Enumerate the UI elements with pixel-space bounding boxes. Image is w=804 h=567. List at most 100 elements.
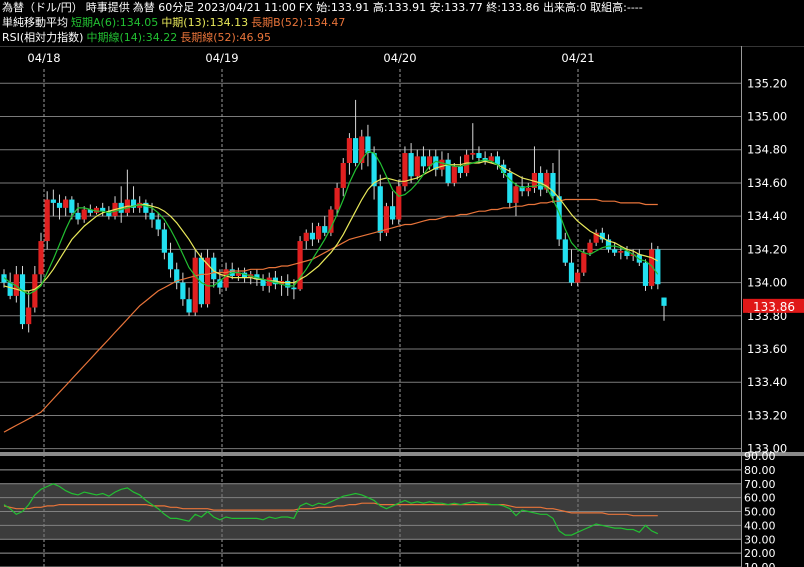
sma-long-legend: 長期B(52):134.47: [251, 16, 346, 29]
rsi-tick-label: 80.00: [744, 464, 776, 477]
date-tick-label: 04/18: [27, 51, 60, 65]
price-tick-label: 133.20: [747, 408, 787, 422]
price-tick-label: 134.60: [747, 176, 787, 190]
candle-down: [655, 249, 661, 285]
candle-down: [56, 202, 63, 208]
candle-up: [63, 199, 69, 208]
rsi-tick-label: 50.00: [744, 506, 776, 519]
date-tick-label: 04/21: [561, 51, 594, 65]
price-chart: 135.20 135.00 134.80 134.60 134.40 134.20 134.…: [0, 45, 804, 567]
candle-up: [81, 209, 87, 220]
quote-ohlc: FX 始:133.91 高:133.91 安:133.77 終:133.86 出…: [298, 1, 643, 14]
candle-down: [642, 262, 649, 286]
date-tick-label: 04/19: [205, 51, 238, 65]
header-line-rsi: RSI(相対力指数) 中期線(14):34.22 長期線(52):46.95: [2, 30, 274, 45]
candle-down: [50, 199, 56, 203]
candle-up: [38, 241, 44, 275]
candle-down: [75, 212, 81, 220]
candle-down: [186, 299, 192, 313]
candle-down: [445, 159, 451, 183]
data-provider: 時事提供: [85, 1, 130, 14]
price-tick-label: 135.20: [747, 76, 787, 90]
candle-down: [155, 219, 161, 230]
candle-up: [315, 226, 322, 240]
candle-down: [285, 280, 291, 288]
rsi-tick-label: 40.00: [744, 519, 776, 532]
candle-up: [297, 241, 303, 290]
price-tick-label: 134.80: [747, 143, 787, 157]
price-tick-label: 134.00: [747, 276, 787, 290]
candle-up: [587, 242, 593, 253]
candle-down: [180, 282, 186, 300]
sma-label: 単純移動平均: [2, 16, 68, 29]
candle-up: [303, 232, 309, 242]
candle-down: [322, 226, 328, 233]
candle-up: [575, 272, 581, 283]
candle-down: [309, 232, 316, 240]
rsi-tick-label: 20.00: [744, 547, 776, 560]
candle-down: [7, 282, 13, 296]
rsi-band: [0, 483, 741, 540]
header-line-quote: 為替（ドル/円） 時事提供 為替 60分足 2023/04/21 11:00 FX 始:…: [2, 0, 646, 15]
rsi-tick-label: 10.00: [744, 561, 776, 567]
candle-up: [581, 252, 587, 273]
candle-down: [69, 199, 75, 213]
last-price-label: 133.86: [753, 300, 795, 314]
candle-up: [44, 199, 50, 242]
candle-up: [618, 251, 624, 253]
rsi-long-legend: 長期線(52):46.95: [180, 31, 272, 44]
price-tick-label: 135.00: [747, 110, 787, 124]
rsi-tick-label: 90.00: [744, 450, 776, 463]
candle-down: [562, 239, 568, 263]
rsi-tick-label: 70.00: [744, 478, 776, 491]
candle-up: [346, 138, 353, 164]
chart-header: 為替（ドル/円） 時事提供 為替 60分足 2023/04/21 11:00 FX 始:…: [0, 0, 804, 46]
candle-up: [396, 186, 402, 220]
candle-up: [26, 307, 32, 325]
candle-down: [420, 156, 427, 167]
sma-short-legend: 短期A(6):134.05: [71, 16, 159, 29]
candle-down: [661, 297, 667, 306]
candle-up: [340, 163, 346, 188]
price-tick-label: 133.40: [747, 375, 787, 389]
candle-up: [414, 156, 420, 177]
candle-up: [451, 166, 457, 183]
candle-down: [377, 186, 383, 233]
candle-up: [328, 209, 334, 233]
rsi-mid-legend: 中期線(14):34.22: [86, 31, 178, 44]
candle-up: [439, 159, 445, 170]
candle-down: [149, 212, 155, 220]
candle-down: [291, 287, 297, 290]
price-tick-label: 134.40: [747, 209, 787, 223]
candle-up: [334, 187, 340, 210]
candle-up: [192, 257, 198, 313]
quote-datetime: 2023/04/21 11:00: [197, 1, 296, 14]
panel-separator: [0, 452, 804, 456]
candle-down: [352, 138, 359, 164]
candle-down: [457, 166, 464, 173]
candle-down: [161, 229, 167, 253]
rsi-tick-label: 30.00: [744, 533, 776, 546]
price-tick-label: 133.60: [747, 342, 787, 356]
rsi-label: RSI(相対力指数): [2, 31, 84, 44]
date-tick-label: 04/20: [383, 51, 416, 65]
chart-period: 為替 60分足: [132, 1, 195, 14]
rsi-tick-label: 60.00: [744, 492, 776, 505]
rsi-band-fill: [0, 483, 741, 540]
candle-down: [365, 136, 371, 154]
candle-up: [525, 187, 531, 192]
candle-down: [476, 153, 482, 159]
candle-up: [470, 153, 476, 155]
price-tick-label: 134.20: [747, 242, 787, 256]
candle-down: [538, 172, 544, 190]
candle-down: [568, 262, 575, 283]
instrument-name: 為替（ドル/円）: [2, 1, 83, 14]
sma-mid-legend: 中期(13):134.13: [161, 16, 249, 29]
candle-down: [612, 249, 618, 253]
header-line-sma: 単純移動平均 短期A(6):134.05 中期(13):134.13 長期B(52):…: [2, 15, 348, 30]
candle-down: [19, 274, 26, 325]
candle-down: [408, 153, 414, 177]
candle-down: [389, 206, 396, 220]
candle-up: [513, 186, 519, 203]
candle-down: [167, 252, 174, 270]
